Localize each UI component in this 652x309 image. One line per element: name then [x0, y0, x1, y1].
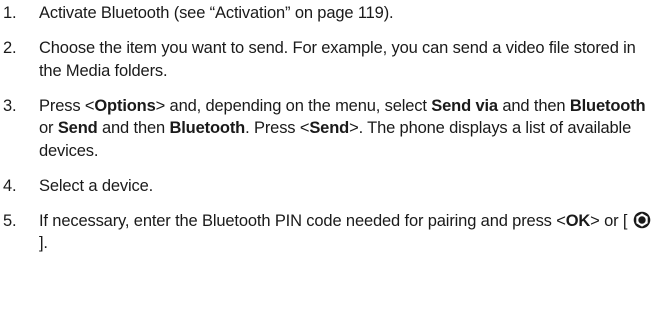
bluetooth-menu-label: Bluetooth	[569, 96, 646, 115]
send-via-menu-label: Send via	[431, 96, 498, 115]
step-text: If necessary, enter the Bluetooth PIN co…	[39, 211, 566, 230]
step-text: . Press <	[245, 119, 310, 137]
ok-key-label: OK	[565, 211, 591, 230]
step-text: > or [	[590, 211, 632, 230]
step-1: 1. Activate Bluetooth (see “Activation” …	[0, 0, 652, 25]
step-number: 4.	[3, 176, 17, 195]
navigation-key-icon	[633, 211, 651, 228]
step-4: 4. Select a device.	[0, 175, 652, 198]
step-text: Press <	[39, 96, 95, 115]
step-5: 5. If necessary, enter the Bluetooth PIN…	[0, 210, 652, 255]
send-key-label: Send	[309, 119, 350, 137]
step-text: Activate Bluetooth (see “Activation” on …	[39, 4, 394, 22]
options-key-label: Options	[94, 96, 156, 115]
step-text: and then	[97, 119, 170, 137]
step-text: or	[39, 119, 58, 137]
step-number: 5.	[3, 211, 17, 230]
step-text: ].	[39, 234, 48, 252]
step-text: and then	[497, 96, 570, 115]
send-menu-label: Send	[57, 119, 98, 137]
step-text: > and, depending on the menu, select	[155, 96, 432, 115]
step-number: 2.	[3, 39, 17, 57]
instruction-steps: 1. Activate Bluetooth (see “Activation” …	[0, 0, 652, 267]
step-text: Choose the item you want to send. For ex…	[39, 39, 636, 80]
bluetooth-menu-label: Bluetooth	[169, 119, 246, 137]
step-2: 2. Choose the item you want to send. For…	[0, 37, 652, 82]
step-text: Select a device.	[39, 176, 154, 195]
step-number: 3.	[3, 96, 17, 115]
step-number: 1.	[3, 4, 17, 22]
step-3: 3. Press <Options> and, depending on the…	[0, 95, 652, 163]
